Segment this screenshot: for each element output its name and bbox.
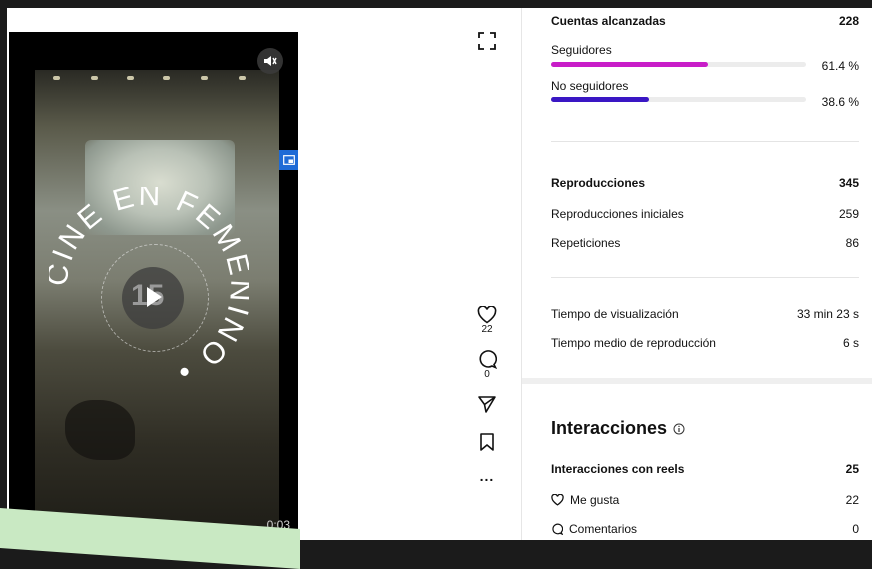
insights-panel: Cuentas alcanzadas 228 Seguidores 61.4 %… <box>522 8 872 540</box>
reel-interactions-row: Interacciones con reels 25 <box>551 462 859 476</box>
comments-value: 0 <box>852 522 859 536</box>
reel-video-player[interactable]: CINE EN FEMENINO • 15 0:03 <box>9 32 298 540</box>
watch-time-label: Tiempo de visualización <box>551 307 679 321</box>
avg-watch-time-label: Tiempo medio de reproducción <box>551 336 716 350</box>
likes-label-wrap: Me gusta <box>551 493 619 507</box>
followers-label-row: Seguidores <box>551 43 859 57</box>
plays-label: Reproducciones <box>551 176 646 190</box>
replays-label: Repeticiones <box>551 236 621 250</box>
comments-count: 0 <box>484 369 490 380</box>
comment-icon <box>552 523 564 536</box>
stage-lights <box>35 70 279 84</box>
initial-plays-row: Reproducciones iniciales 259 <box>551 207 859 221</box>
send-icon[interactable] <box>477 394 497 414</box>
watch-time-row: Tiempo de visualización 33 min 23 s <box>551 307 859 321</box>
picture-in-picture-button[interactable] <box>279 150 298 170</box>
interactions-title: Interacciones <box>551 418 668 438</box>
bookmark-icon[interactable] <box>478 432 496 452</box>
audience-silhouette <box>65 400 135 460</box>
interactions-heading: Interacciones <box>551 418 685 439</box>
initial-plays-value: 259 <box>838 207 859 221</box>
left-border <box>0 8 7 540</box>
plays-row: Reproducciones 345 <box>551 176 859 190</box>
comments-label-wrap: Comentarios <box>551 522 637 536</box>
likes-label: Me gusta <box>570 493 620 507</box>
play-button[interactable]: 15 <box>122 267 184 329</box>
replays-value: 86 <box>845 236 859 250</box>
non-followers-label-row: No seguidores <box>551 79 859 93</box>
reach-row: Cuentas alcanzadas 228 <box>551 14 859 28</box>
followers-label: Seguidores <box>551 43 612 57</box>
reel-interactions-value: 25 <box>845 462 859 476</box>
non-followers-bar-fill <box>551 97 650 102</box>
fullscreen-icon[interactable] <box>477 31 497 51</box>
non-followers-percent: 38.6 % <box>821 95 859 109</box>
reel-interactions-label: Interacciones con reels <box>551 462 685 476</box>
non-followers-label: No seguidores <box>551 79 629 93</box>
section-separator <box>522 378 872 384</box>
mute-button[interactable] <box>257 48 283 74</box>
speaker-muted-icon <box>264 56 277 66</box>
more-options-button[interactable]: ... <box>470 468 504 484</box>
comments-label: Comentarios <box>569 522 638 536</box>
divider <box>551 277 859 278</box>
watch-time-value: 33 min 23 s <box>796 307 859 321</box>
avg-watch-time-value: 6 s <box>842 336 859 350</box>
divider <box>551 141 859 142</box>
likes-count: 22 <box>481 324 493 335</box>
heart-icon <box>551 493 564 506</box>
heart-icon[interactable] <box>477 306 497 324</box>
comment-icon[interactable] <box>477 349 497 369</box>
reach-value: 228 <box>838 14 859 28</box>
followers-bar-fill <box>551 62 708 67</box>
comments-row: Comentarios 0 <box>551 522 859 536</box>
likes-row: Me gusta 22 <box>551 493 859 507</box>
non-followers-bar <box>551 97 806 102</box>
pip-icon <box>282 155 295 165</box>
info-icon[interactable] <box>673 423 685 435</box>
avg-watch-time-row: Tiempo medio de reproducción 6 s <box>551 336 859 350</box>
reel-actions: 22 0 ... <box>470 306 504 484</box>
replays-row: Repeticiones 86 <box>551 236 859 250</box>
play-icon <box>147 287 162 307</box>
reach-label: Cuentas alcanzadas <box>551 14 666 28</box>
initial-plays-label: Reproducciones iniciales <box>551 207 684 221</box>
likes-value: 22 <box>845 493 859 507</box>
plays-value: 345 <box>838 176 859 190</box>
followers-percent: 61.4 % <box>821 59 859 73</box>
followers-bar <box>551 62 806 67</box>
